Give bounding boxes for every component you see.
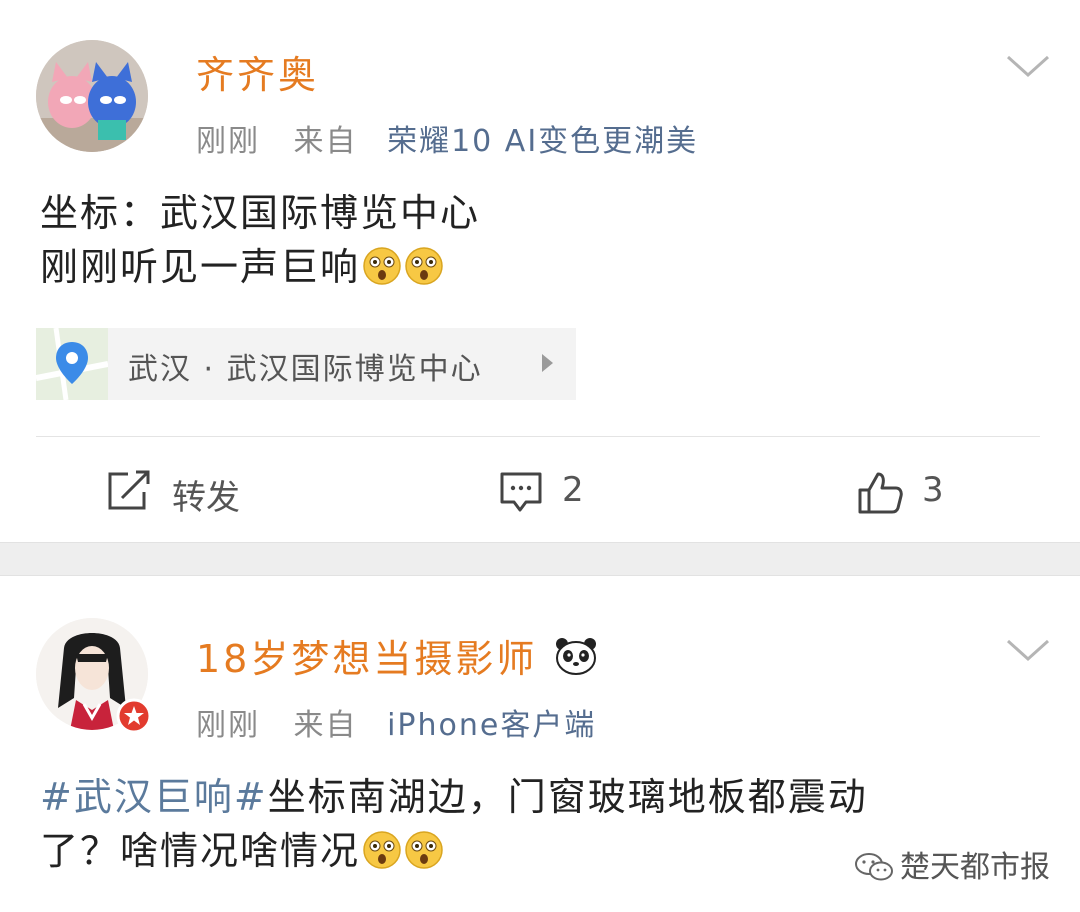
repost-button[interactable]: 转发 — [106, 468, 266, 518]
topic-tag[interactable]: #武汉巨响# — [40, 775, 268, 819]
like-count: 3 — [922, 470, 944, 510]
repost-icon — [108, 470, 150, 510]
panda-icon — [556, 638, 597, 675]
username-text: 18岁梦想当摄影师 — [196, 637, 538, 681]
content-text: 坐标南湖边，门窗玻璃地板都震动 — [267, 775, 868, 819]
location-text: 武汉 · 武汉国际博览中心 — [128, 352, 483, 387]
post-meta: 刚刚 来自 iPhone客户端 — [196, 700, 596, 744]
post-source[interactable]: iPhone客户端 — [387, 708, 596, 743]
post-separator — [0, 542, 1080, 576]
verified-badge-icon — [116, 698, 152, 734]
content-text: 刚刚听见一声巨响 — [40, 245, 361, 289]
post-content: #武汉巨响#坐标南湖边，门窗玻璃地板都震动 了？啥情况啥情况 — [40, 770, 868, 878]
watermark-text: 楚天都市报 — [900, 850, 1050, 885]
post-time: 刚刚 — [196, 708, 260, 743]
user-avatar[interactable] — [36, 618, 152, 734]
location-pin-icon — [36, 328, 108, 400]
username[interactable]: 齐齐奥 — [196, 44, 319, 99]
avatar-image — [36, 40, 148, 152]
content-line: #武汉巨响#坐标南湖边，门窗玻璃地板都震动 — [40, 770, 868, 824]
content-line-with-emoji: 了？啥情况啥情况 — [40, 824, 868, 878]
post-time: 刚刚 — [196, 124, 260, 159]
content-line: 坐标：武汉国际博览中心 — [40, 191, 481, 235]
username[interactable]: 18岁梦想当摄影师 — [196, 628, 598, 683]
post-meta: 刚刚 来自 荣耀10 AI变色更潮美 — [196, 116, 698, 160]
content-text: 了？啥情况啥情况 — [40, 829, 361, 873]
content-line-with-emoji: 刚刚听见一声巨响 — [40, 240, 480, 294]
like-button[interactable]: 3 — [856, 468, 956, 518]
surprised-emoji-icon — [405, 247, 443, 285]
location-tag[interactable]: 武汉 · 武汉国际博览中心 — [36, 328, 576, 400]
location-arrow-icon — [542, 354, 553, 372]
surprised-emoji-icon — [363, 831, 401, 869]
post-source[interactable]: 荣耀10 AI变色更潮美 — [387, 124, 698, 159]
source-watermark: 楚天都市报 — [854, 842, 1050, 886]
wechat-icon — [855, 853, 893, 881]
divider — [36, 436, 1040, 437]
chevron-down-icon[interactable] — [1006, 54, 1050, 78]
from-label: 来自 — [293, 124, 358, 159]
like-icon — [858, 472, 903, 514]
chevron-down-icon[interactable] — [1006, 638, 1050, 662]
comment-icon — [500, 472, 542, 512]
surprised-emoji-icon — [405, 831, 443, 869]
from-label: 来自 — [293, 708, 358, 743]
user-avatar[interactable] — [36, 40, 148, 152]
surprised-emoji-icon — [363, 247, 401, 285]
comment-button[interactable]: 2 — [498, 468, 598, 518]
post-content: 坐标：武汉国际博览中心 刚刚听见一声巨响 — [40, 186, 480, 294]
comment-count: 2 — [562, 470, 584, 510]
post-card-1: 齐齐奥 刚刚 来自 荣耀10 AI变色更潮美 坐标：武汉国际博览中心 刚刚听见一… — [0, 0, 1080, 542]
repost-label: 转发 — [172, 478, 240, 518]
